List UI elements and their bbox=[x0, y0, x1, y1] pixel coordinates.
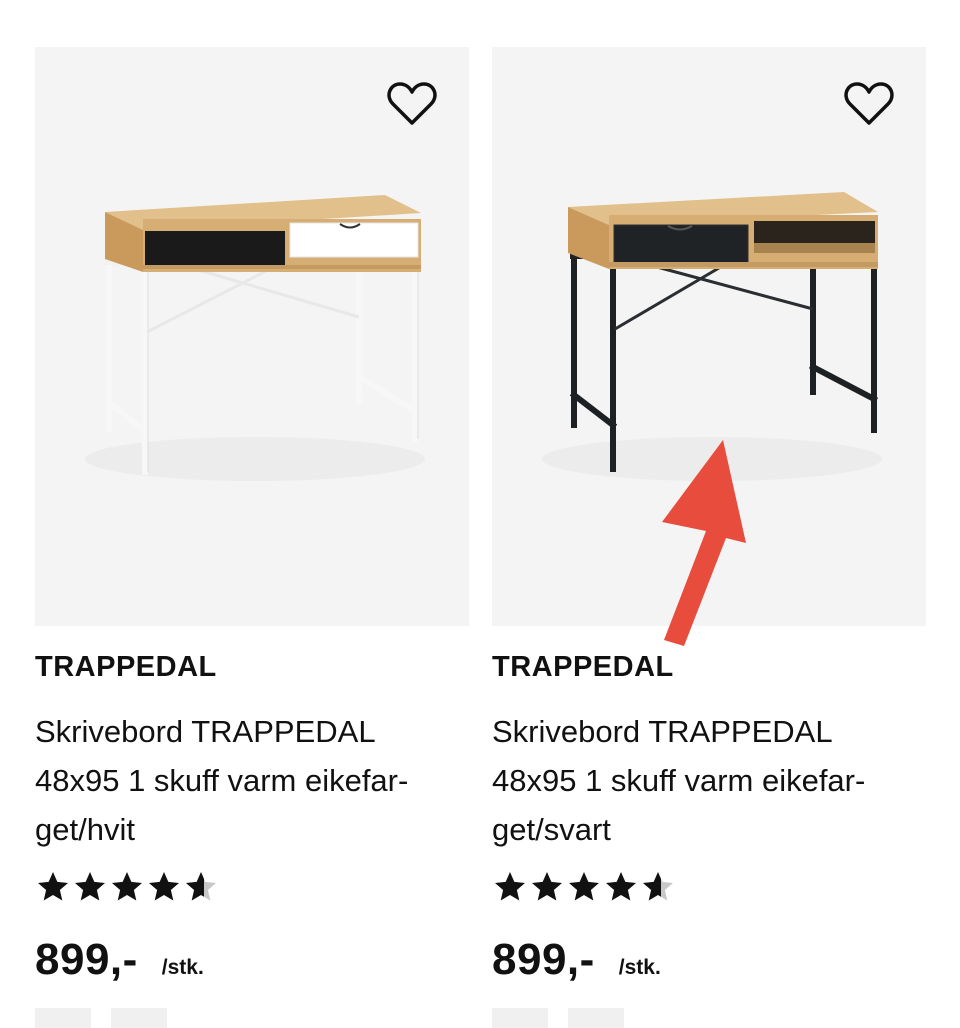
desk-white-image bbox=[85, 195, 425, 481]
star-icon bbox=[75, 872, 105, 901]
price-unit: /stk. bbox=[161, 956, 204, 979]
product-title[interactable]: Skrivebord TRAPPEDAL 48x95 1 skuff varm … bbox=[492, 707, 917, 854]
product-title[interactable]: Skrivebord TRAPPEDAL 48x95 1 skuff varm … bbox=[35, 707, 460, 854]
price-row: 899,- /stk. bbox=[492, 935, 661, 985]
favorite-heart-icon[interactable] bbox=[387, 81, 437, 127]
product-brand[interactable]: TRAPPEDAL bbox=[35, 647, 217, 687]
favorite-heart-icon[interactable] bbox=[844, 81, 894, 127]
product-brand[interactable]: TRAPPEDAL bbox=[492, 647, 674, 687]
color-swatches bbox=[35, 1008, 187, 1028]
star-icon bbox=[569, 872, 599, 901]
star-icon bbox=[38, 872, 68, 901]
star-half-icon bbox=[643, 872, 673, 901]
star-icon bbox=[606, 872, 636, 901]
price-unit: /stk. bbox=[618, 956, 661, 979]
star-icon bbox=[112, 872, 142, 901]
annotation-arrow bbox=[662, 440, 746, 646]
color-swatches bbox=[492, 1008, 644, 1028]
star-icon bbox=[149, 872, 179, 901]
color-swatch[interactable] bbox=[35, 1008, 91, 1028]
color-swatch[interactable] bbox=[568, 1008, 624, 1028]
product-image-1[interactable] bbox=[35, 47, 469, 626]
color-swatch[interactable] bbox=[111, 1008, 167, 1028]
rating-stars bbox=[492, 867, 677, 907]
star-icon bbox=[532, 872, 562, 901]
price-row: 899,- /stk. bbox=[35, 935, 204, 985]
star-icon bbox=[495, 872, 525, 901]
price: 899,- bbox=[35, 935, 138, 984]
star-half-icon bbox=[186, 872, 216, 901]
rating-stars bbox=[35, 867, 220, 907]
price: 899,- bbox=[492, 935, 595, 984]
product-card-1[interactable]: TRAPPEDAL Skrivebord TRAPPEDAL 48x95 1 s… bbox=[35, 47, 469, 1028]
color-swatch[interactable] bbox=[492, 1008, 548, 1028]
